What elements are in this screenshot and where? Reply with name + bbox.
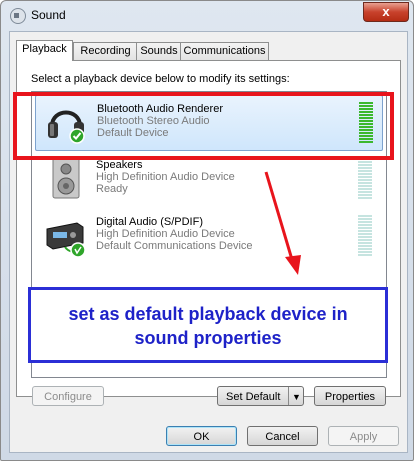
annotation-callout: set as default playback device in sound … — [28, 287, 388, 363]
annotation-arrow — [264, 171, 301, 275]
callout-line-2: sound properties — [134, 328, 282, 348]
tab-playback[interactable]: Playback — [16, 40, 73, 61]
callout-line-1: set as default playback device in — [68, 304, 348, 324]
